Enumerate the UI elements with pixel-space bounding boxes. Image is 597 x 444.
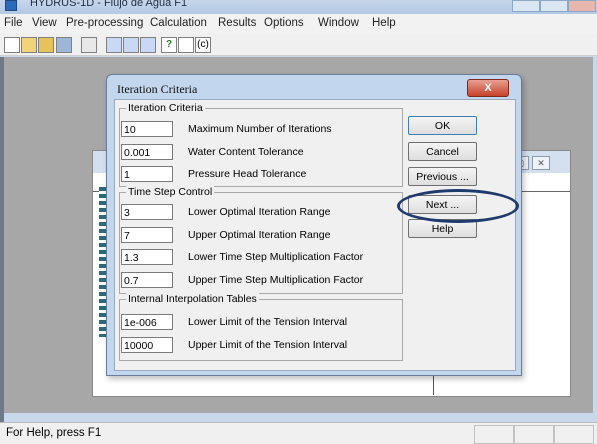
max-iterations-input[interactable]: 10 xyxy=(121,121,173,137)
layout-icon[interactable] xyxy=(106,37,122,53)
title-bar: HYDRUS-1D - Flujo de Agua F1 xyxy=(0,0,597,14)
upper-multiplication-factor-input[interactable]: 0.7 xyxy=(121,272,173,288)
main-window: HYDRUS-1D - Flujo de Agua F1 File View P… xyxy=(0,0,597,444)
upper-multiplication-factor-label: Upper Time Step Multiplication Factor xyxy=(188,274,364,286)
edit-icon[interactable] xyxy=(81,37,97,53)
group-label: Iteration Criteria xyxy=(126,102,205,114)
window-icon[interactable] xyxy=(140,37,156,53)
menu-options[interactable]: Options xyxy=(264,17,304,29)
pressure-head-tolerance-input[interactable]: 1 xyxy=(121,166,173,182)
lower-optimal-iteration-label: Lower Optimal Iteration Range xyxy=(188,206,331,218)
lower-optimal-iteration-input[interactable]: 3 xyxy=(121,204,173,220)
previous-button[interactable]: Previous ... xyxy=(408,167,477,186)
open-project-icon[interactable] xyxy=(38,37,54,53)
maximize-button[interactable] xyxy=(540,0,568,12)
menu-calculation[interactable]: Calculation xyxy=(150,17,207,29)
minimize-button[interactable] xyxy=(512,0,540,12)
table-icon[interactable] xyxy=(123,37,139,53)
lower-multiplication-factor-input[interactable]: 1.3 xyxy=(121,249,173,265)
upper-tension-limit-input[interactable]: 10000 xyxy=(121,337,173,353)
menu-pre-processing[interactable]: Pre-processing xyxy=(66,17,143,29)
max-iterations-label: Maximum Number of Iterations xyxy=(188,123,332,135)
status-indicator xyxy=(514,425,554,444)
upper-tension-limit-label: Upper Limit of the Tension Interval xyxy=(188,339,348,351)
status-indicator xyxy=(474,425,514,444)
about-icon[interactable]: ? xyxy=(161,37,177,53)
close-window-button[interactable] xyxy=(568,0,596,12)
water-content-tolerance-label: Water Content Tolerance xyxy=(188,146,304,158)
pressure-head-tolerance-label: Pressure Head Tolerance xyxy=(188,168,307,180)
copyright-icon[interactable]: (c) xyxy=(195,37,211,53)
new-file-icon[interactable] xyxy=(4,37,20,53)
toolbar: ? (c) xyxy=(0,33,597,56)
status-text: For Help, press F1 xyxy=(6,427,102,439)
next-button-highlight-ellipse xyxy=(397,189,519,223)
iteration-criteria-dialog: Iteration Criteria X Iteration Criteria … xyxy=(106,74,522,376)
upper-optimal-iteration-input[interactable]: 7 xyxy=(121,227,173,243)
menu-help[interactable]: Help xyxy=(372,17,396,29)
menu-bar: File View Pre-processing Calculation Res… xyxy=(0,14,597,33)
dialog-close-button[interactable]: X xyxy=(467,79,509,97)
context-help-icon[interactable] xyxy=(178,37,194,53)
app-icon xyxy=(5,0,17,11)
status-indicator xyxy=(554,425,594,444)
water-content-tolerance-input[interactable]: 0.001 xyxy=(121,144,173,160)
lower-tension-limit-input[interactable]: 1e-006 xyxy=(121,314,173,330)
group-label: Time Step Control xyxy=(126,186,215,198)
lower-tension-limit-label: Lower Limit of the Tension Interval xyxy=(188,316,348,328)
upper-optimal-iteration-label: Upper Optimal Iteration Range xyxy=(188,229,331,241)
ok-button[interactable]: OK xyxy=(408,116,477,135)
dialog-title: Iteration Criteria xyxy=(117,82,198,96)
menu-results[interactable]: Results xyxy=(218,17,256,29)
window-title: HYDRUS-1D - Flujo de Agua F1 xyxy=(30,0,188,9)
menu-window[interactable]: Window xyxy=(318,17,359,29)
lower-multiplication-factor-label: Lower Time Step Multiplication Factor xyxy=(188,251,364,263)
save-icon[interactable] xyxy=(56,37,72,53)
child-close-icon[interactable]: ✕ xyxy=(532,156,550,170)
menu-file[interactable]: File xyxy=(4,17,23,29)
group-label: Internal Interpolation Tables xyxy=(126,293,259,305)
profile-strip xyxy=(99,187,106,337)
open-folder-icon[interactable] xyxy=(21,37,37,53)
dialog-body: Iteration Criteria 10 Maximum Number of … xyxy=(114,99,516,371)
status-bar: For Help, press F1 xyxy=(0,422,597,444)
cancel-button[interactable]: Cancel xyxy=(408,142,477,161)
menu-view[interactable]: View xyxy=(32,17,57,29)
